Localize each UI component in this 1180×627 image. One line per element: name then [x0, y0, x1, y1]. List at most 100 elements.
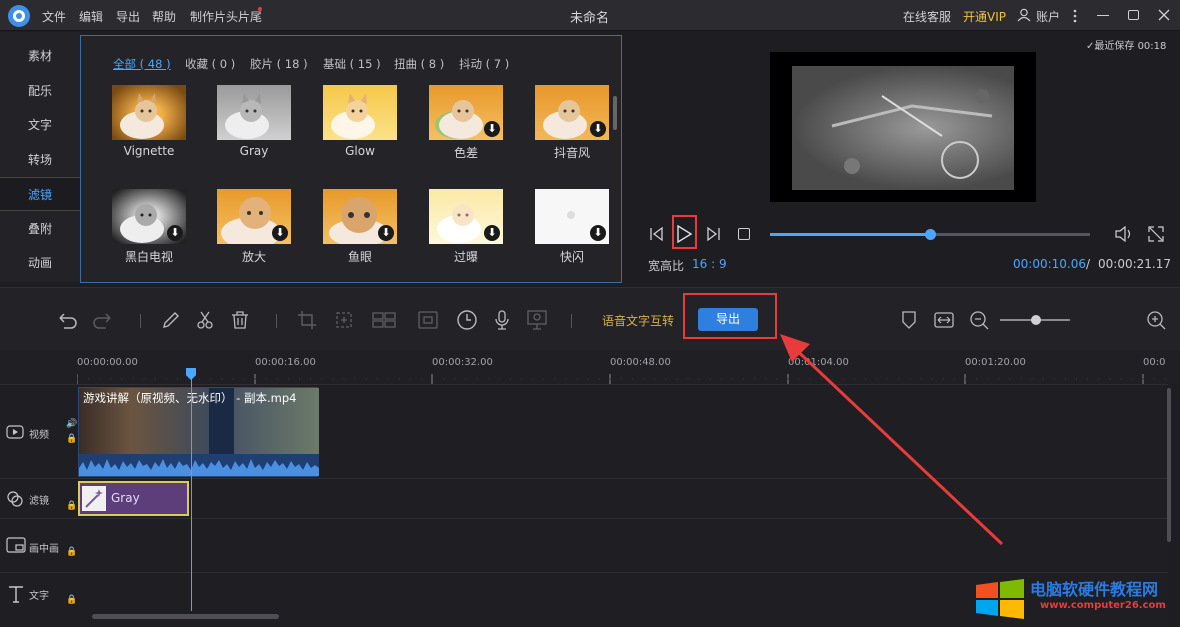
menu-export[interactable]: 导出	[116, 8, 140, 25]
volume-icon[interactable]	[1114, 226, 1134, 242]
playback-track[interactable]	[770, 229, 1090, 240]
online-service-link[interactable]: 在线客服	[903, 8, 951, 25]
filter-thumb-chromatic[interactable]: ⬇	[429, 85, 503, 140]
download-icon[interactable]: ⬇	[378, 225, 394, 241]
zoom-out-icon[interactable]	[968, 309, 990, 331]
filter-thumb-zoom[interactable]: ⬇	[217, 189, 291, 244]
filter-tab-film[interactable]: 胶片 ( 18 )	[250, 56, 308, 72]
stop-icon[interactable]	[738, 228, 750, 240]
filter-panel-scrollbar[interactable]	[613, 96, 617, 130]
filter-label: 黑白电视	[124, 250, 173, 264]
left-category-tabs: 素材 配乐 文字 转场 滤镜 叠附 动画	[0, 32, 80, 282]
export-highlight-box	[683, 293, 777, 339]
split-screen-icon[interactable]	[372, 309, 396, 331]
delete-icon[interactable]	[229, 309, 251, 331]
track-lock-icon[interactable]: 🔒	[66, 434, 77, 444]
filter-tab-shake[interactable]: 抖动 ( 7 )	[459, 56, 509, 72]
download-icon[interactable]: ⬇	[484, 225, 500, 241]
download-icon[interactable]: ⬇	[272, 225, 288, 241]
filter-thumb-vignette[interactable]	[112, 85, 186, 140]
filter-thumb-flash[interactable]: ⬇	[535, 189, 609, 244]
tab-transition[interactable]: 转场	[0, 143, 80, 177]
marker-icon[interactable]	[898, 309, 920, 331]
video-clip[interactable]: 游戏讲解（原视频、无水印） - 副本.mp4	[78, 387, 319, 477]
filter-label: 色差	[453, 146, 478, 160]
menu-file[interactable]: 文件	[42, 8, 66, 25]
voiceover-icon[interactable]	[526, 309, 548, 331]
filter-thumb-glow[interactable]	[323, 85, 397, 140]
maximize-icon[interactable]	[1128, 10, 1139, 20]
redo-icon[interactable]	[92, 309, 114, 331]
undo-icon[interactable]	[56, 309, 78, 331]
tab-media[interactable]: 素材	[0, 39, 80, 73]
close-icon[interactable]	[1158, 9, 1170, 21]
track-name: 视频	[29, 430, 49, 441]
filter-label: Vignette	[123, 144, 175, 158]
playback-handle[interactable]	[925, 229, 936, 240]
menu-help[interactable]: 帮助	[152, 8, 176, 25]
filter-thumb-douyin[interactable]: ⬇	[535, 85, 609, 140]
microphone-icon[interactable]	[491, 309, 513, 331]
download-icon[interactable]: ⬇	[167, 225, 183, 241]
scissors-icon[interactable]	[194, 309, 216, 331]
timeline-horizontal-scrollbar[interactable]	[92, 614, 279, 619]
menu-edit[interactable]: 编辑	[79, 8, 103, 25]
tab-music[interactable]: 配乐	[0, 74, 80, 108]
frame-icon[interactable]	[417, 309, 439, 331]
more-icon[interactable]	[1072, 8, 1078, 24]
tab-overlay[interactable]: 叠附	[0, 212, 80, 246]
tab-filter[interactable]: 滤镜	[0, 177, 80, 211]
fit-timeline-icon[interactable]	[933, 309, 955, 331]
filter-thumb-gray[interactable]	[217, 85, 291, 140]
zoom-slider[interactable]	[1000, 315, 1070, 325]
zoom-in-icon[interactable]	[1145, 309, 1167, 331]
crop-icon[interactable]	[296, 309, 318, 331]
download-icon[interactable]: ⬇	[590, 121, 606, 137]
tab-animation[interactable]: 动画	[0, 246, 80, 280]
pip-track-icon	[6, 537, 26, 553]
track-name: 画中画	[29, 544, 59, 555]
timeline-vertical-scrollbar[interactable]	[1167, 388, 1171, 542]
filter-label: 鱼眼	[347, 250, 372, 264]
tick-label: 00:0	[1143, 357, 1166, 368]
user-icon[interactable]	[1017, 8, 1031, 22]
filter-clip[interactable]: Gray	[78, 481, 189, 516]
watermark-url: www.computer26.com	[1040, 600, 1166, 611]
track-name: 文字	[29, 591, 49, 602]
prev-frame-icon[interactable]	[648, 226, 664, 242]
filter-thumb-overexposure[interactable]: ⬇	[429, 189, 503, 244]
watermark-site-name: 电脑软硬件教程网	[1030, 580, 1159, 599]
aspect-ratio-value[interactable]: 16 : 9	[692, 257, 727, 271]
speed-clock-icon[interactable]	[456, 309, 478, 331]
filter-tab-basic[interactable]: 基础 ( 15 )	[323, 56, 381, 72]
filter-tab-favorites[interactable]: 收藏 ( 0 )	[185, 56, 235, 72]
tick-label: 00:00:00.00	[77, 357, 138, 368]
filter-tab-all[interactable]: 全部 ( 48 )	[113, 56, 171, 72]
mosaic-icon[interactable]	[333, 309, 355, 331]
account-link[interactable]: 账户	[1036, 8, 1060, 25]
download-icon[interactable]: ⬇	[590, 225, 606, 241]
filter-label: 抖音风	[553, 146, 590, 160]
track-volume-icon[interactable]: 🔊	[66, 419, 77, 429]
annotation-arrow-icon	[780, 334, 1004, 546]
zoom-slider-handle[interactable]	[1031, 315, 1041, 325]
track-lock-icon[interactable]: 🔒	[66, 501, 77, 511]
minimize-icon[interactable]	[1097, 15, 1109, 16]
track-lock-icon[interactable]: 🔒	[66, 595, 77, 605]
tab-text[interactable]: 文字	[0, 108, 80, 142]
filter-thumb-bw-tv[interactable]: ⬇	[112, 189, 186, 244]
text-track-icon	[8, 585, 24, 603]
menu-intro-outro[interactable]: 制作片头片尾	[190, 8, 262, 25]
track-lock-icon[interactable]: 🔒	[66, 547, 77, 557]
filter-tab-distort[interactable]: 扭曲 ( 8 )	[394, 56, 444, 72]
speech-text-convert-button[interactable]: 语音文字互转	[602, 312, 674, 329]
vip-link[interactable]: 开通VIP	[963, 8, 1006, 25]
filter-thumb-fisheye[interactable]: ⬇	[323, 189, 397, 244]
title-bar: 文件 编辑 导出 帮助 制作片头片尾 未命名 在线客服 开通VIP 账户	[0, 0, 1180, 31]
next-frame-icon[interactable]	[706, 226, 722, 242]
download-icon[interactable]: ⬇	[484, 121, 500, 137]
toolbar-divider	[276, 314, 277, 328]
edit-pencil-icon[interactable]	[160, 309, 182, 331]
fullscreen-icon[interactable]	[1148, 226, 1164, 242]
play-highlight-box	[672, 215, 697, 249]
